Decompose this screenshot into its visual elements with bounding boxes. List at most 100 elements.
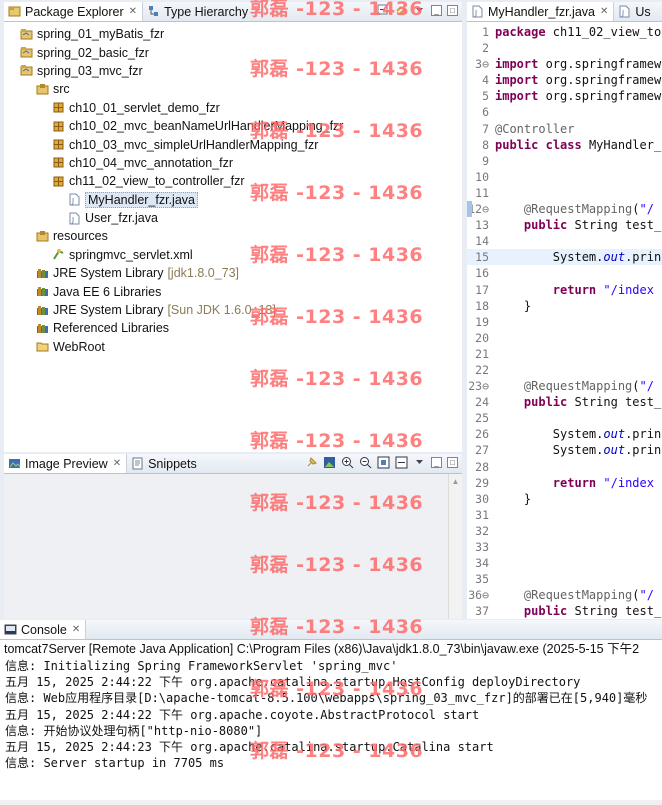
code-line[interactable]: 22 (467, 362, 662, 378)
view-menu-icon[interactable] (413, 4, 426, 17)
code-line[interactable]: 10 (467, 169, 662, 185)
tree-item[interactable]: spring_03_mvc_fzr (4, 62, 462, 80)
tree-item[interactable]: ch10_01_servlet_demo_fzr (4, 99, 462, 117)
code-line[interactable]: 4 import org.springframew (467, 72, 662, 88)
tree-item[interactable]: ch11_02_view_to_controller_fzr (4, 172, 462, 190)
code-line[interactable]: 35 (467, 571, 662, 587)
line-number: 24 (475, 395, 489, 410)
image-preview-scrollbar[interactable]: ▲ (448, 474, 462, 619)
link-editor-icon[interactable] (395, 4, 408, 17)
code-area[interactable]: 1 package ch11_02_view_to 2 3⊖ import org.sp… (467, 22, 662, 619)
code-line[interactable]: 7 @Controller (467, 121, 662, 137)
code-line[interactable]: 26 System.out.prin (467, 426, 662, 442)
tree-item[interactable]: ch10_02_mvc_beanNameUrlHandlerMapping_fz… (4, 117, 462, 135)
fit-icon[interactable] (377, 456, 390, 469)
tree-item[interactable]: JRE System Library [Sun JDK 1.6.0_13] (4, 301, 462, 319)
code-line[interactable]: 32 (467, 523, 662, 539)
code-line[interactable]: 14 (467, 233, 662, 249)
tree-item[interactable]: WebRoot (4, 338, 462, 356)
close-icon[interactable]: ✕ (72, 624, 80, 635)
code-line[interactable]: 12⊖ @RequestMapping("/ (467, 201, 662, 218)
scroll-up-icon[interactable]: ▲ (449, 477, 462, 486)
code-line[interactable]: 28 (467, 459, 662, 475)
zoom-out-icon[interactable] (359, 456, 372, 469)
tree-item-label: MyHandler_fzr.java (85, 191, 198, 208)
code-line[interactable]: 34 (467, 555, 662, 571)
svg-text:J: J (621, 9, 624, 17)
code-line[interactable]: 17 return "/index (467, 282, 662, 298)
console-line: 信息: Web应用程序目录[D:\apache-tomcat-8.5.100\w… (5, 691, 648, 706)
tree-item[interactable]: spring_02_basic_fzr (4, 43, 462, 61)
tree-item[interactable]: resources (4, 227, 462, 245)
tree-item[interactable]: Referenced Libraries (4, 319, 462, 337)
code-line[interactable]: 18 } (467, 298, 662, 314)
tree-item[interactable]: ch10_04_mvc_annotation_fzr (4, 154, 462, 172)
code-line[interactable]: 27 System.out.prin (467, 442, 662, 458)
code-line[interactable]: 25 (467, 410, 662, 426)
tab-label: Console (21, 622, 67, 637)
tree-item[interactable]: J MyHandler_fzr.java (4, 191, 462, 209)
tree-item[interactable]: J User_fzr.java (4, 209, 462, 227)
tree-item[interactable]: spring_01_myBatis_fzr (4, 25, 462, 43)
pin-icon[interactable] (305, 456, 318, 469)
code-line[interactable]: 19 (467, 314, 662, 330)
image-icon[interactable] (323, 456, 336, 469)
code-line[interactable]: 11 (467, 185, 662, 201)
tab-user-java[interactable]: J Us (614, 2, 655, 21)
code-line[interactable]: 30 } (467, 491, 662, 507)
code-line[interactable]: 8 public class MyHandler_ (467, 137, 662, 153)
code-line[interactable]: 33 (467, 539, 662, 555)
code-line[interactable]: 16 (467, 265, 662, 281)
code-line[interactable]: 15 System.out.prin (467, 249, 662, 266)
line-number: 2 (482, 41, 489, 56)
code-line[interactable]: 31 (467, 507, 662, 523)
actual-size-icon[interactable] (395, 456, 408, 469)
console-output[interactable]: 信息: Initializing Spring FrameworkServlet… (0, 658, 662, 800)
java-file-icon: J (68, 212, 81, 225)
line-number: 34 (475, 556, 489, 571)
code-line[interactable]: 5 import org.springframew (467, 88, 662, 104)
console-line: 信息: Server startup in 7705 ms (5, 756, 225, 771)
tab-snippets[interactable]: Snippets (127, 454, 202, 473)
tab-image-preview[interactable]: Image Preview ✕ (4, 454, 128, 473)
collapse-all-icon[interactable] (377, 4, 390, 17)
minimize-icon[interactable]: _ (431, 457, 442, 468)
code-line[interactable]: 20 (467, 330, 662, 346)
package-explorer-tabbar: Package Explorer ✕ Type Hierarchy _ □ (4, 2, 462, 22)
minimize-icon[interactable]: _ (431, 5, 442, 16)
tab-console[interactable]: Console ✕ (0, 620, 87, 639)
tree-item[interactable]: Java EE 6 Libraries (4, 282, 462, 300)
close-icon[interactable]: ✕ (600, 6, 608, 17)
code-line[interactable]: 6 (467, 104, 662, 120)
code-line[interactable]: 23⊖ @RequestMapping("/ (467, 378, 662, 394)
code-line[interactable]: 2 (467, 40, 662, 56)
tree-item[interactable]: src (4, 80, 462, 98)
tree-item[interactable]: JRE System Library [jdk1.8.0_73] (4, 264, 462, 282)
code-line[interactable]: 1 package ch11_02_view_to (467, 24, 662, 40)
code-line[interactable]: 37 public String test_ (467, 603, 662, 619)
close-icon[interactable]: ✕ (113, 458, 121, 469)
code-line[interactable]: 29 return "/index (467, 475, 662, 491)
code-line[interactable]: 3⊖ import org.springframew (467, 56, 662, 72)
view-menu-icon[interactable] (413, 456, 426, 469)
code-line[interactable]: 13 public String test_ (467, 217, 662, 233)
tree-item[interactable]: ch10_03_mvc_simpleUrlHandlerMapping_fzr (4, 135, 462, 153)
line-number: 33 (475, 540, 489, 554)
maximize-icon[interactable]: □ (447, 457, 458, 468)
code-line[interactable]: 9 (467, 153, 662, 169)
zoom-in-icon[interactable] (341, 456, 354, 469)
maximize-icon[interactable]: □ (447, 5, 458, 16)
code-line[interactable]: 24 public String test_ (467, 394, 662, 410)
code-line[interactable]: 21 (467, 346, 662, 362)
tab-myhandler-java[interactable]: J MyHandler_fzr.java ✕ (467, 2, 615, 21)
console-view: Console ✕ tomcat7Server [Remote Java App… (0, 620, 662, 800)
tab-package-explorer[interactable]: Package Explorer ✕ (4, 2, 144, 21)
tree-item-label: JRE System Library (53, 303, 164, 318)
code-line[interactable]: 36⊖ @RequestMapping("/ (467, 587, 662, 603)
tab-type-hierarchy[interactable]: Type Hierarchy (143, 2, 253, 21)
close-icon[interactable]: ✕ (129, 6, 137, 17)
tree-item[interactable]: springmvc_servlet.xml (4, 246, 462, 264)
